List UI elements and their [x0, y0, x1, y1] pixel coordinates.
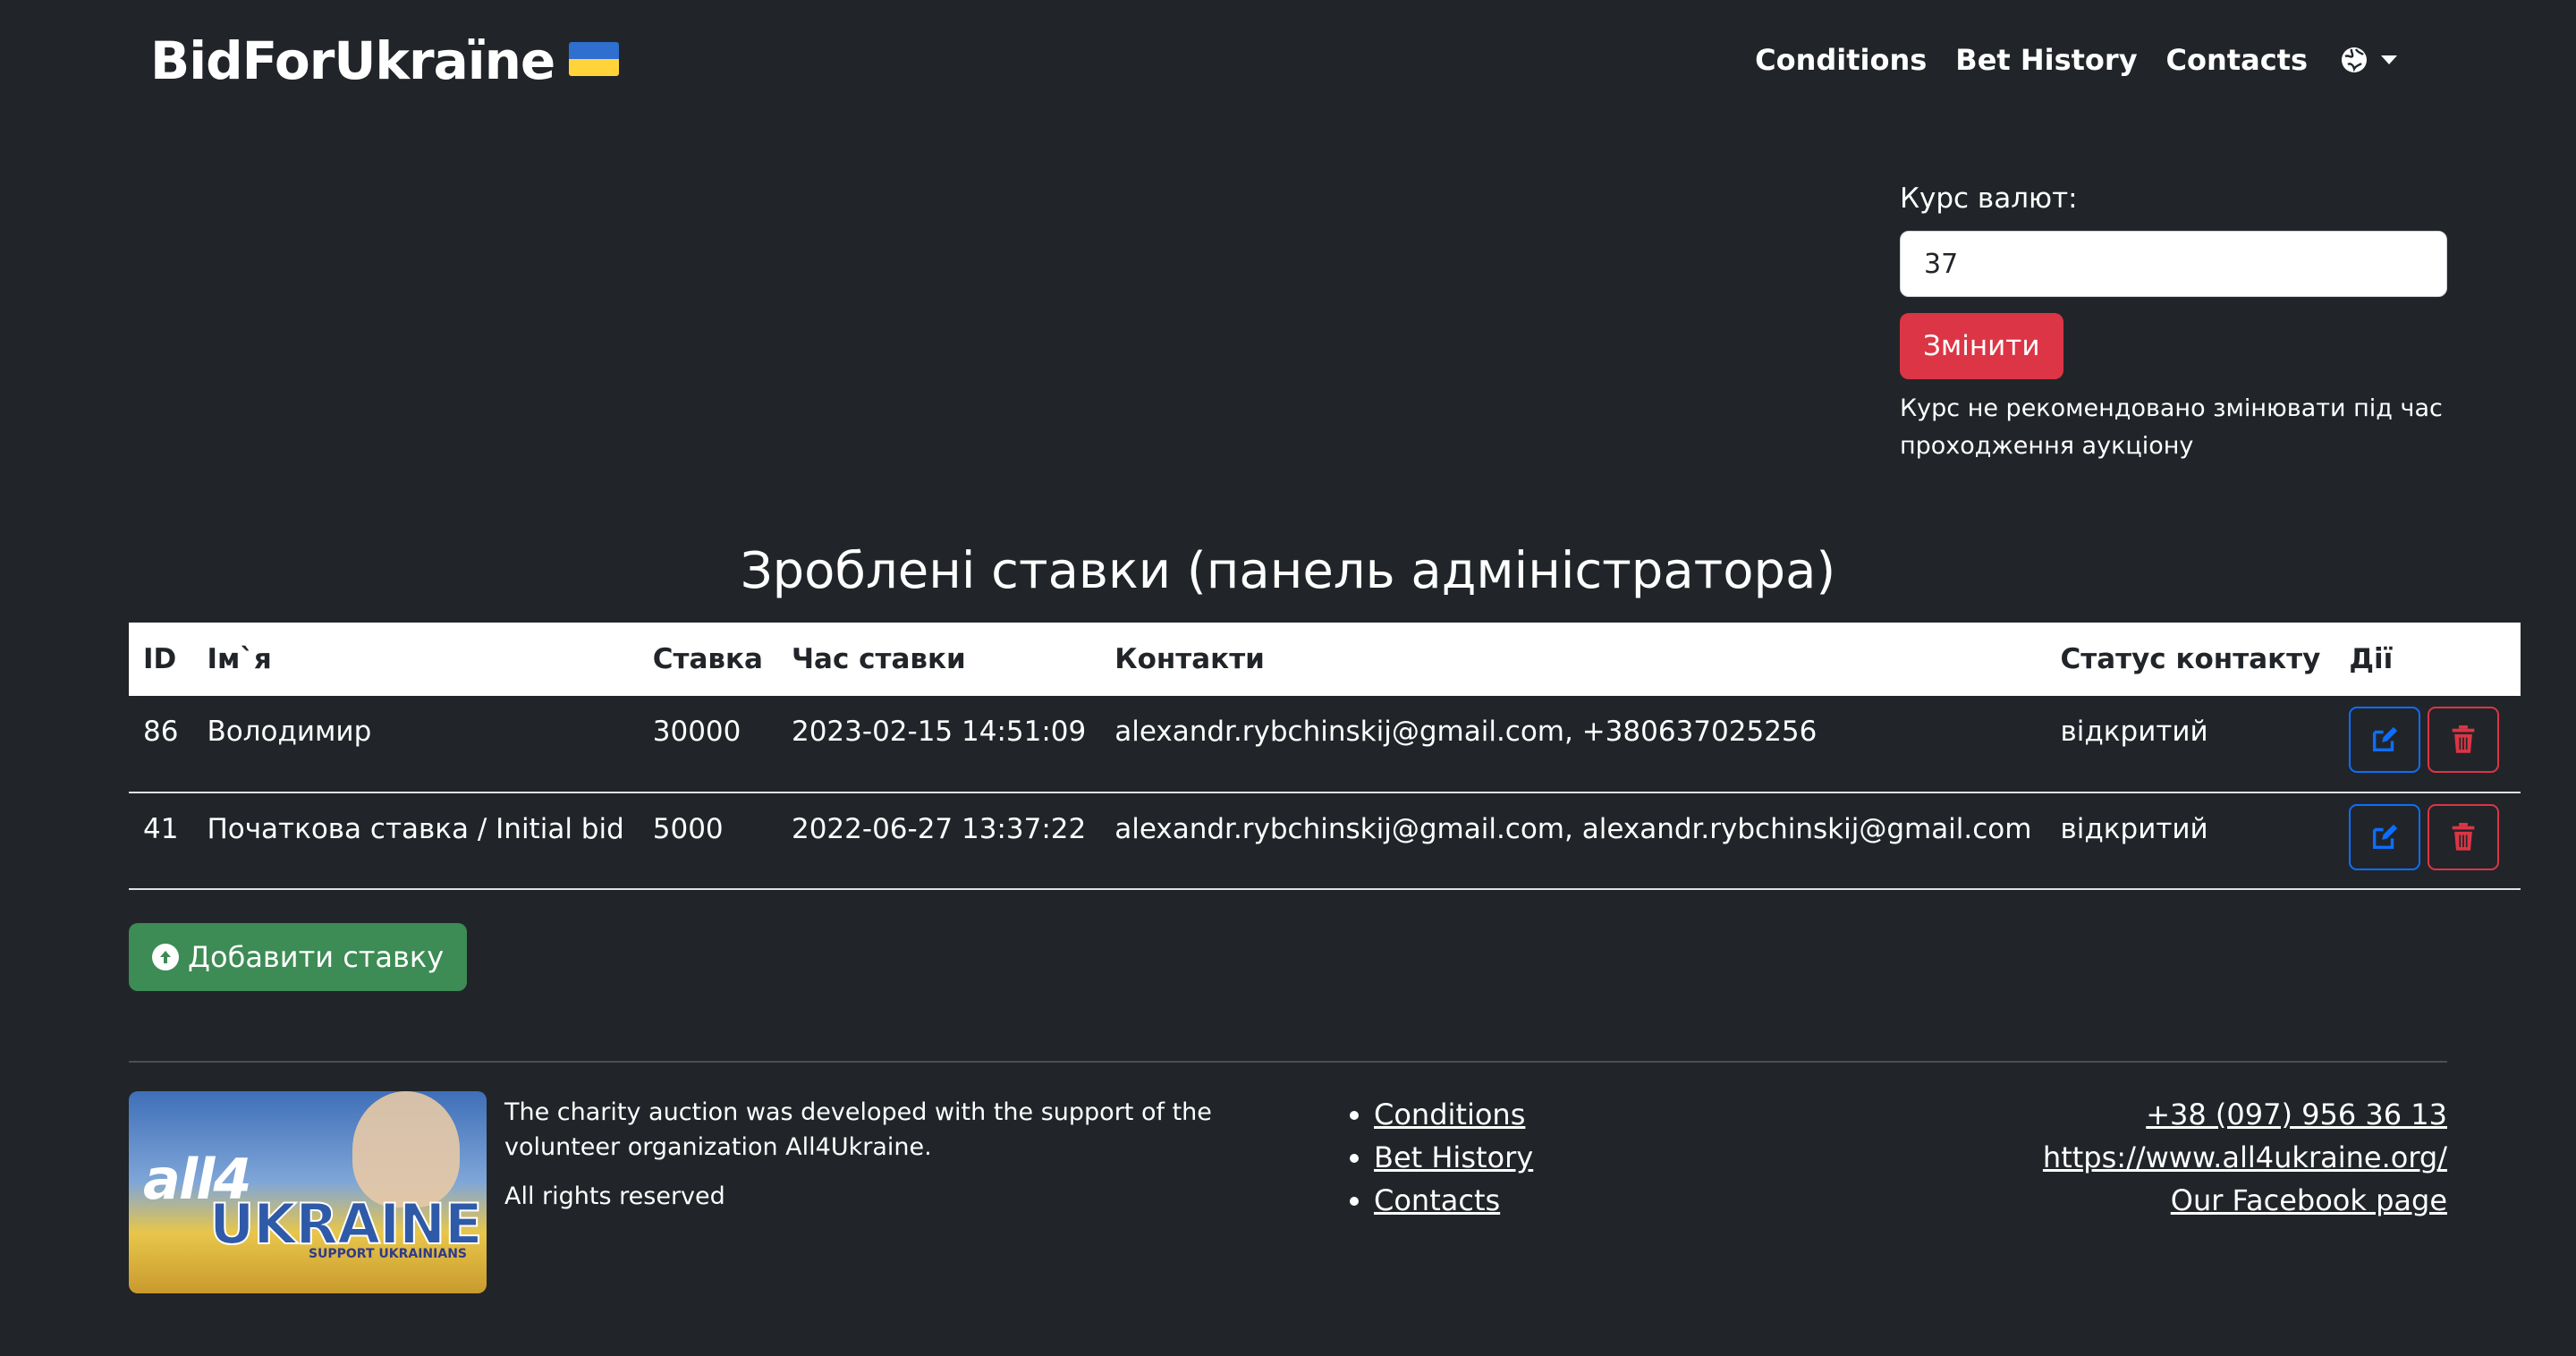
arrow-up-circle-icon — [152, 944, 179, 970]
cell-actions — [2334, 696, 2521, 793]
cell-contacts: alexandr.rybchinskij@gmail.com, alexandr… — [1100, 792, 2046, 890]
globe-icon — [2342, 47, 2367, 72]
currency-rate-input[interactable] — [1900, 231, 2447, 297]
ukraine-flag-icon — [569, 41, 620, 76]
footer-link-conditions[interactable]: Conditions — [1374, 1098, 1525, 1131]
brand-logo[interactable]: BidForUkraïne — [150, 30, 620, 91]
edit-icon — [2373, 726, 2398, 752]
edit-icon — [2373, 824, 2398, 850]
currency-rate-label: Курс валют: — [1900, 182, 2078, 215]
cell-status: відкритий — [2046, 696, 2335, 793]
footer-link-contacts[interactable]: Contacts — [1374, 1183, 1500, 1217]
cell-name: Початкова ставка / Initial bid — [192, 792, 639, 890]
footer-link-bet-history[interactable]: Bet History — [1374, 1140, 1533, 1174]
trash-icon — [2453, 725, 2475, 753]
page-title: Зроблені ставки (панель адміністратора) — [740, 542, 1836, 600]
footer-divider — [129, 1061, 2447, 1063]
footer-rights: All rights reserved — [504, 1182, 725, 1210]
nav-bet-history[interactable]: Bet History — [1955, 43, 2137, 77]
edit-button[interactable] — [2349, 804, 2421, 870]
edit-button[interactable] — [2349, 707, 2421, 773]
header-bid: Ставка — [638, 623, 777, 696]
delete-button[interactable] — [2428, 804, 2500, 870]
language-dropdown[interactable] — [2340, 46, 2397, 74]
currency-rate-note-line1: Курс не рекомендовано змінювати під час — [1900, 394, 2443, 422]
header-contacts: Контакти — [1100, 623, 2046, 696]
nav-contacts[interactable]: Contacts — [2166, 43, 2308, 77]
brand-name: BidForUkraïne — [150, 30, 555, 91]
add-bid-label: Добавити ставку — [188, 940, 445, 974]
currency-rate-form: Курс валют: Змінити Курс не рекомендован… — [1900, 182, 2447, 465]
table-row: 86 Володимир 30000 2023-02-15 14:51:09 a… — [129, 696, 2521, 793]
cell-name: Володимир — [192, 696, 639, 793]
child-photo — [352, 1091, 460, 1208]
cell-id: 86 — [129, 696, 193, 793]
table-row: 41 Початкова ставка / Initial bid 5000 2… — [129, 792, 2521, 890]
header-actions: Дії — [2334, 623, 2521, 696]
footer-facebook-link[interactable]: Our Facebook page — [2171, 1183, 2447, 1217]
footer-about: The charity auction was developed with t… — [504, 1095, 1220, 1228]
header-status: Статус контакту — [2046, 623, 2335, 696]
cell-id: 41 — [129, 792, 193, 890]
cell-time: 2023-02-15 14:51:09 — [776, 696, 1101, 793]
header-name: Ім`я — [192, 623, 639, 696]
cell-actions — [2334, 792, 2521, 890]
currency-rate-note: Курс не рекомендовано змінювати під час … — [1900, 390, 2447, 465]
header-time: Час ставки — [776, 623, 1101, 696]
cell-bid: 30000 — [638, 696, 777, 793]
cell-contacts: alexandr.rybchinskij@gmail.com, +3806370… — [1100, 696, 2046, 793]
change-rate-button[interactable]: Змінити — [1900, 313, 2063, 379]
top-nav: Conditions Bet History Contacts — [1755, 43, 2397, 77]
cell-time: 2022-06-27 13:37:22 — [776, 792, 1101, 890]
cell-bid: 5000 — [638, 792, 777, 890]
trash-icon — [2453, 823, 2475, 851]
chevron-down-icon — [2381, 55, 2397, 64]
add-bid-button[interactable]: Добавити ставку — [129, 923, 468, 991]
footer-website-link[interactable]: https://www.all4ukraine.org/ — [2043, 1140, 2447, 1174]
logo-tagline: SUPPORT UKRAINIANS — [308, 1247, 467, 1261]
all4ukraine-logo: all4 UKRAINE SUPPORT UKRAINIANS — [129, 1091, 487, 1293]
header-id: ID — [129, 623, 193, 696]
footer-about-text: The charity auction was developed with t… — [504, 1098, 1212, 1161]
delete-button[interactable] — [2428, 707, 2500, 773]
list-item: Bet History — [1374, 1136, 1533, 1179]
list-item: Conditions — [1374, 1093, 1533, 1136]
footer-phone-link[interactable]: +38 (097) 956 36 13 — [2146, 1098, 2447, 1131]
nav-conditions[interactable]: Conditions — [1755, 43, 1927, 77]
footer-links: Conditions Bet History Contacts — [1342, 1093, 1533, 1222]
bets-table: ID Ім`я Ставка Час ставки Контакти Стату… — [129, 623, 2521, 890]
cell-status: відкритий — [2046, 792, 2335, 890]
currency-rate-note-line2: проходження аукціону — [1900, 432, 2194, 460]
table-header-row: ID Ім`я Ставка Час ставки Контакти Стату… — [129, 623, 2521, 696]
list-item: Contacts — [1374, 1179, 1533, 1222]
footer-contacts: +38 (097) 956 36 13 https://www.all4ukra… — [2043, 1093, 2447, 1222]
